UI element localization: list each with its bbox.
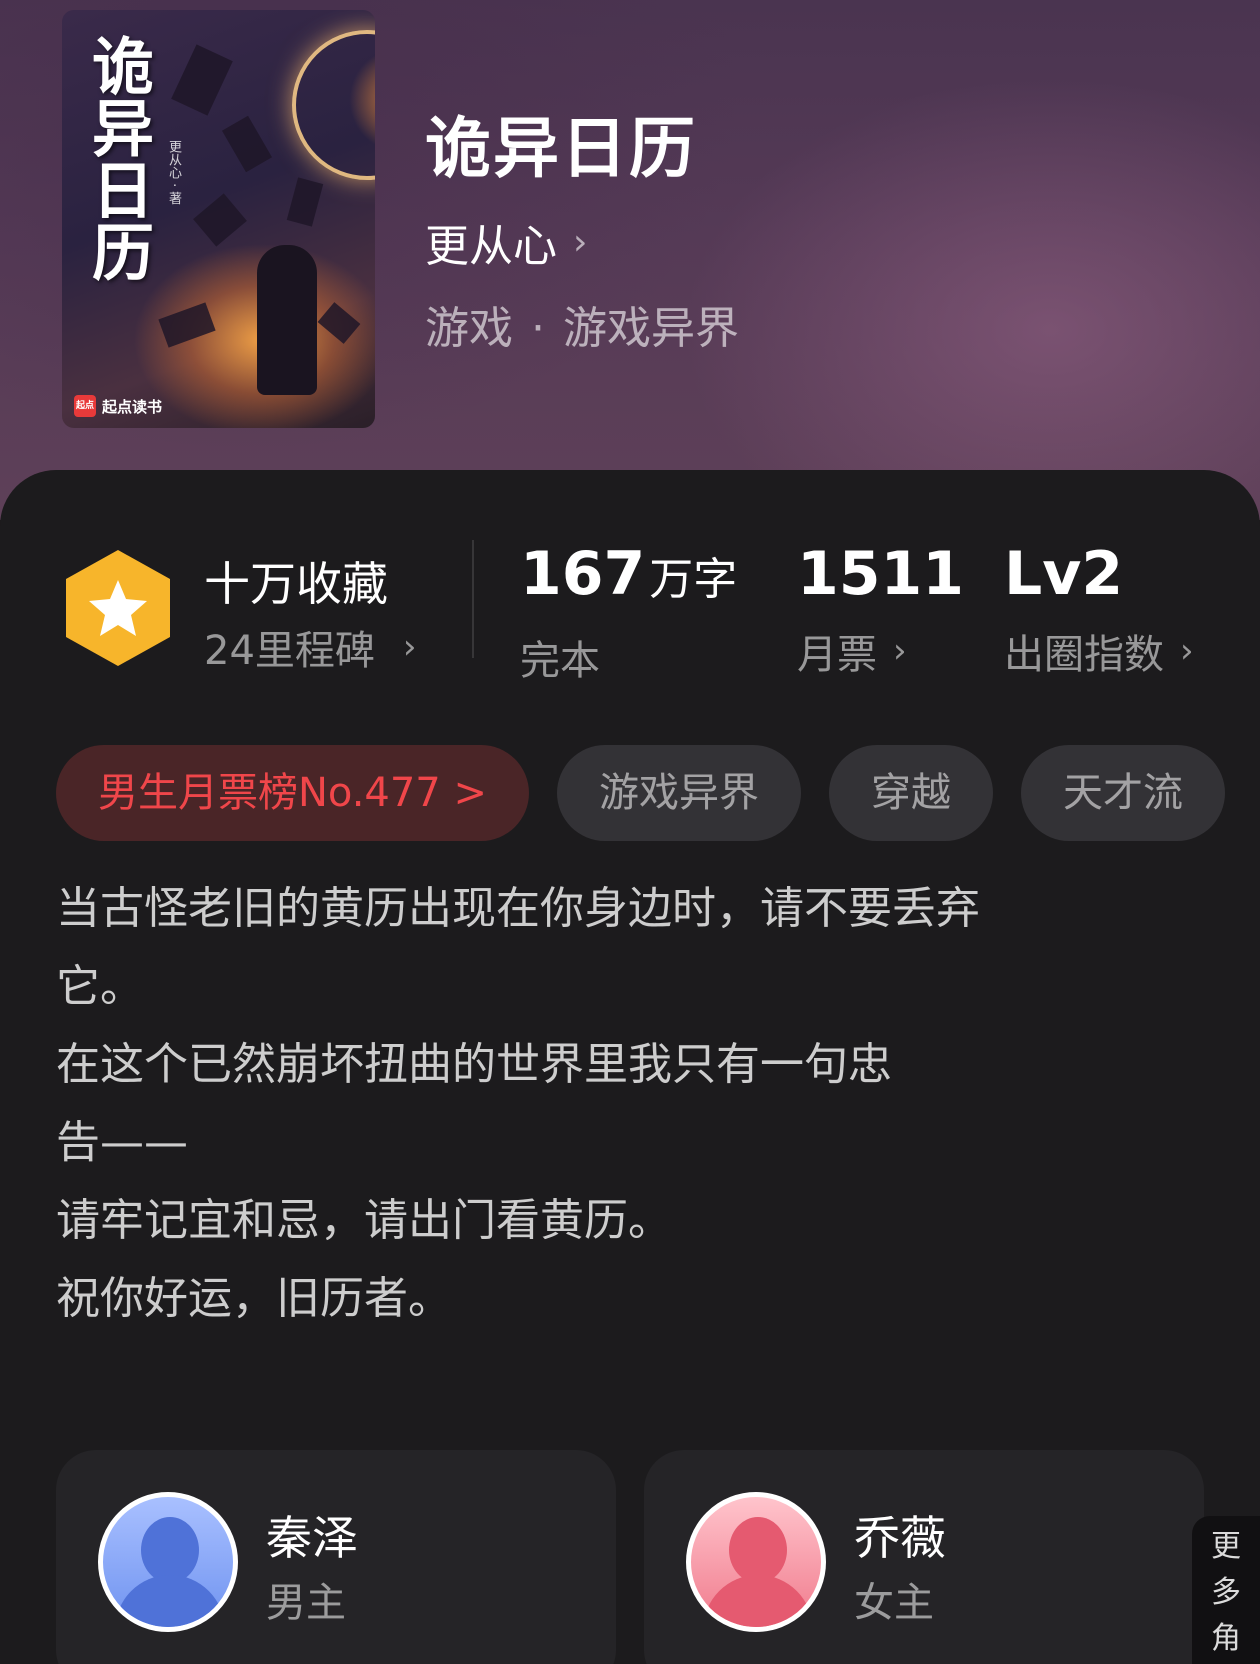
cover-shard <box>286 177 324 227</box>
tag-game-world[interactable]: 游戏异界 <box>556 745 801 841</box>
word-count-value: 167 <box>520 539 646 609</box>
monthly-tickets-value: 1511 <box>797 539 964 609</box>
monthly-tickets-stat[interactable]: 1511 月票 › <box>797 540 964 680</box>
tag-monthly-rank[interactable]: 男生月票榜No.477 > <box>56 745 529 841</box>
avatar-head <box>729 1517 787 1583</box>
character-name: 乔薇 <box>854 1511 946 1565</box>
stats-row: 十万收藏 24里程碑 › 167万字 完本 1511 月票 › Lv2 出圈指数… <box>0 470 1260 690</box>
character-card[interactable]: 乔薇 女主 <box>644 1450 1204 1664</box>
collection-milestone-label: 十万收藏 <box>204 557 388 611</box>
cover-shard <box>158 302 216 348</box>
publisher-logo-icon: 起点 <box>74 395 96 417</box>
milestone-link[interactable]: 24里程碑 › <box>204 618 417 676</box>
chevron-right-icon: › <box>893 631 907 671</box>
cover-author: 更从心 · 著 <box>166 140 181 205</box>
more-characters-button[interactable]: 更多角 <box>1192 1516 1260 1664</box>
author-link[interactable]: 更从心 › <box>425 210 587 274</box>
author-name: 更从心 <box>425 221 557 272</box>
chevron-right-icon: › <box>573 221 588 263</box>
book-cover[interactable]: 诡异日历 更从心 · 著 起点 起点读书 <box>62 10 375 428</box>
cover-title: 诡异日历 <box>81 34 154 282</box>
avatar-head <box>141 1517 199 1583</box>
book-title: 诡异日历 <box>425 109 697 187</box>
stats-divider <box>472 540 474 658</box>
cover-figure <box>257 245 317 395</box>
genre-main: 游戏 <box>425 303 513 354</box>
avatar <box>98 1492 238 1632</box>
tag-row: 男生月票榜No.477 > 游戏异界 穿越 天才流 <box>56 745 1225 841</box>
character-role: 男主 <box>266 1580 346 1626</box>
milestone-count: 24里程碑 <box>204 628 375 674</box>
tag-time-travel[interactable]: 穿越 <box>828 745 993 841</box>
description-line: 祝你好运，旧历者。 <box>56 1273 452 1324</box>
publisher-name: 起点读书 <box>102 397 163 416</box>
star-hexagon-icon[interactable] <box>62 548 174 668</box>
tag-genius[interactable]: 天才流 <box>1020 745 1225 841</box>
description-line: 在这个已然崩坏扭曲的世界里我只有一句忠 <box>56 1039 892 1090</box>
genre-separator: · <box>531 303 545 354</box>
popularity-level-value: Lv2 <box>1004 539 1124 609</box>
popularity-index-label: 出圈指数 <box>1004 632 1164 678</box>
genre-sub: 游戏异界 <box>563 303 739 354</box>
cover-shard <box>171 44 233 116</box>
word-count-stat: 167万字 完本 <box>520 540 737 686</box>
cover-publisher: 起点 起点读书 <box>74 395 162 417</box>
popularity-index-stat[interactable]: Lv2 出圈指数 › <box>1004 540 1194 680</box>
avatar <box>686 1492 826 1632</box>
description-line: 请牢记宜和忌，请出门看黄历。 <box>56 1195 672 1246</box>
monthly-tickets-label: 月票 <box>797 632 877 678</box>
book-description[interactable]: 当古怪老旧的黄历出现在你身边时，请不要丢弃 它。 在这个已然崩坏扭曲的世界里我只… <box>56 870 1176 1338</box>
description-line: 告—— <box>56 1117 188 1168</box>
cover-shard <box>193 193 247 247</box>
description-line: 它。 <box>56 961 144 1012</box>
avatar-body <box>115 1575 225 1627</box>
avatar-body <box>703 1575 813 1627</box>
chevron-right-icon: › <box>402 627 417 667</box>
cover-shard <box>317 302 361 344</box>
description-line: 当古怪老旧的黄历出现在你身边时，请不要丢弃 <box>56 883 980 934</box>
genre-row: 游戏 · 游戏异界 <box>425 292 739 356</box>
book-detail-card: 十万收藏 24里程碑 › 167万字 完本 1511 月票 › Lv2 出圈指数… <box>0 470 1260 1664</box>
chevron-right-icon: › <box>1180 631 1194 671</box>
word-count-unit: 万字 <box>649 554 738 605</box>
cover-light-ring <box>292 30 375 180</box>
completion-status: 完本 <box>520 638 600 684</box>
character-role: 女主 <box>854 1580 934 1626</box>
character-name: 秦泽 <box>266 1511 358 1565</box>
book-header: 诡异日历 更从心 · 著 起点 起点读书 诡异日历 更从心 › 游戏 · 游戏异界 <box>0 0 1260 520</box>
character-card[interactable]: 秦泽 男主 <box>56 1450 616 1664</box>
cover-shard <box>222 115 272 173</box>
